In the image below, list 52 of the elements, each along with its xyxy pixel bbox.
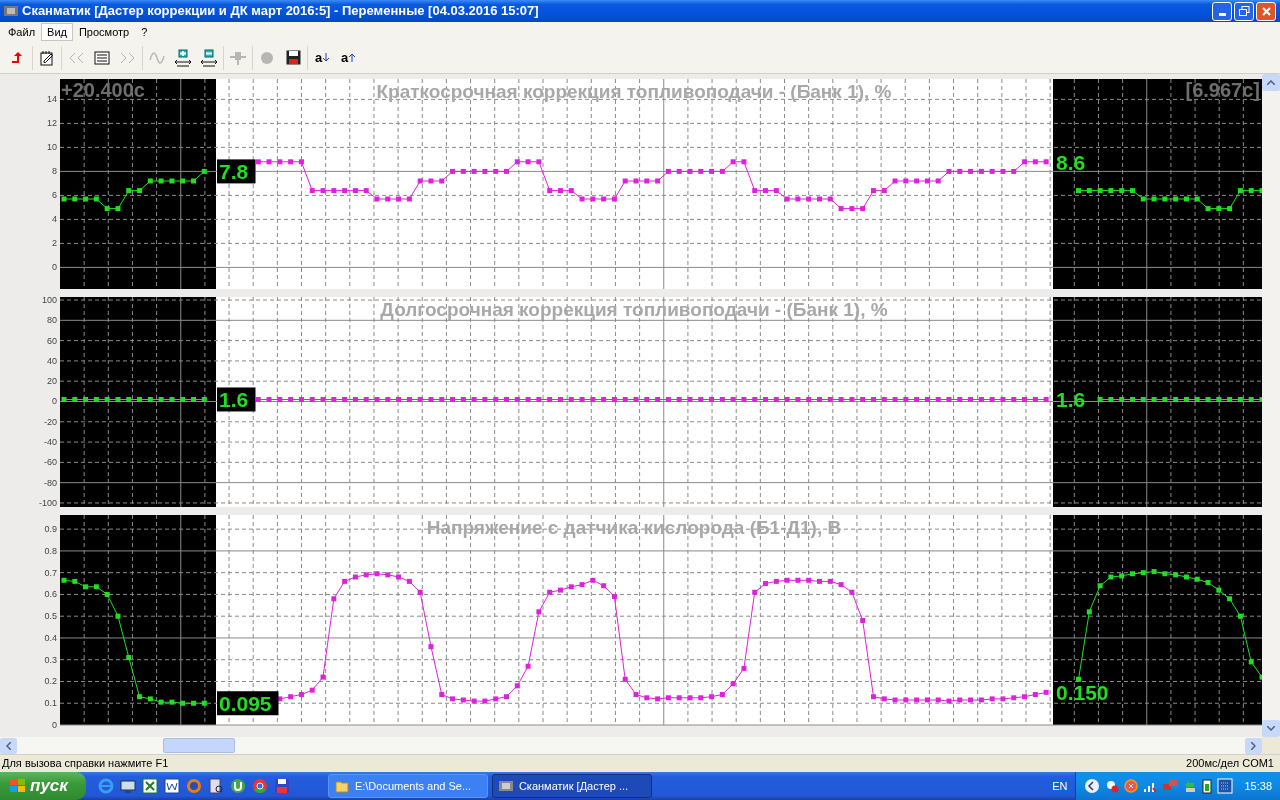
axis-tick-label: -20 <box>44 416 57 427</box>
taskbar-button[interactable]: E:\Documents and Se... <box>327 774 488 798</box>
toolbar-button[interactable]: a <box>337 45 359 70</box>
readout-value: 0.095 <box>217 691 279 716</box>
status-info: 200мс/дел COM1 <box>1186 756 1275 772</box>
axis-tick-label: -100 <box>39 497 57 508</box>
window-time: [6.967с] <box>1185 79 1260 101</box>
axis-tick-label: -60 <box>44 457 57 468</box>
axis-tick-label: 0.1 <box>44 698 57 709</box>
language-indicator[interactable]: EN <box>1050 777 1070 795</box>
readout-value: 7.8 <box>217 159 256 184</box>
elapsed-time: +20.400с <box>61 79 145 101</box>
axis-tick-label: -80 <box>44 477 57 488</box>
axis-tick-label: 8 <box>52 166 57 177</box>
axis-tick-label: 100 <box>41 297 57 306</box>
axis-tick-label: 0.8 <box>44 545 57 556</box>
axis-tick-label: 2 <box>52 238 57 249</box>
start-button[interactable]: пуск <box>0 772 86 800</box>
axis-tick-label: 0.2 <box>44 676 57 687</box>
axis-tick-label: 0 <box>52 720 57 730</box>
axis-tick-label: 0.7 <box>44 567 57 578</box>
axis-tick-label: 0.5 <box>44 611 57 622</box>
readout-value: 0.150 <box>1056 681 1109 705</box>
axis-tick-label: 12 <box>47 118 57 129</box>
status-hint: Для вызова справки нажмите F1 <box>2 756 169 772</box>
axis-tick-label: 0 <box>52 262 57 273</box>
menu-item[interactable]: Вид <box>41 23 73 41</box>
window-title: Сканматик [Дастер коррекции и ДК март 2016:5] - Переменные [04.03.2016 15:07] <box>22 2 539 21</box>
letter-label: a <box>314 51 323 64</box>
axis-tick-label: 6 <box>52 190 57 201</box>
menu-item[interactable]: ? <box>135 23 154 41</box>
axis-tick-label: 14 <box>47 94 57 105</box>
axis-tick-label: 80 <box>47 315 57 326</box>
toolbar-button[interactable]: a <box>311 45 333 70</box>
axis-tick-label: 4 <box>52 214 57 225</box>
axis-tick-label: 60 <box>47 335 57 346</box>
axis-tick-label: 0.9 <box>44 524 57 535</box>
axis-tick-label: 0.6 <box>44 589 57 600</box>
axis-tick-label: 20 <box>47 376 57 387</box>
taskbar-button[interactable]: Сканматик [Дастер ... <box>491 774 652 798</box>
axis-tick-label: 0.3 <box>44 654 57 665</box>
readout-value: 1.6 <box>217 387 256 412</box>
axis-tick-label: 0.4 <box>44 632 57 643</box>
axis-tick-label: -40 <box>44 437 57 448</box>
axis-tick-label: 10 <box>47 142 57 153</box>
menu-item[interactable]: Файл <box>2 23 42 41</box>
clock: 15:38 <box>1243 778 1272 794</box>
menu-item[interactable]: Просмотр <box>72 23 136 41</box>
readout-value: 8.6 <box>1056 150 1086 174</box>
letter-label: a <box>340 51 349 64</box>
axis-tick-label: 40 <box>47 355 57 366</box>
axis-tick-label: 0 <box>52 396 57 407</box>
